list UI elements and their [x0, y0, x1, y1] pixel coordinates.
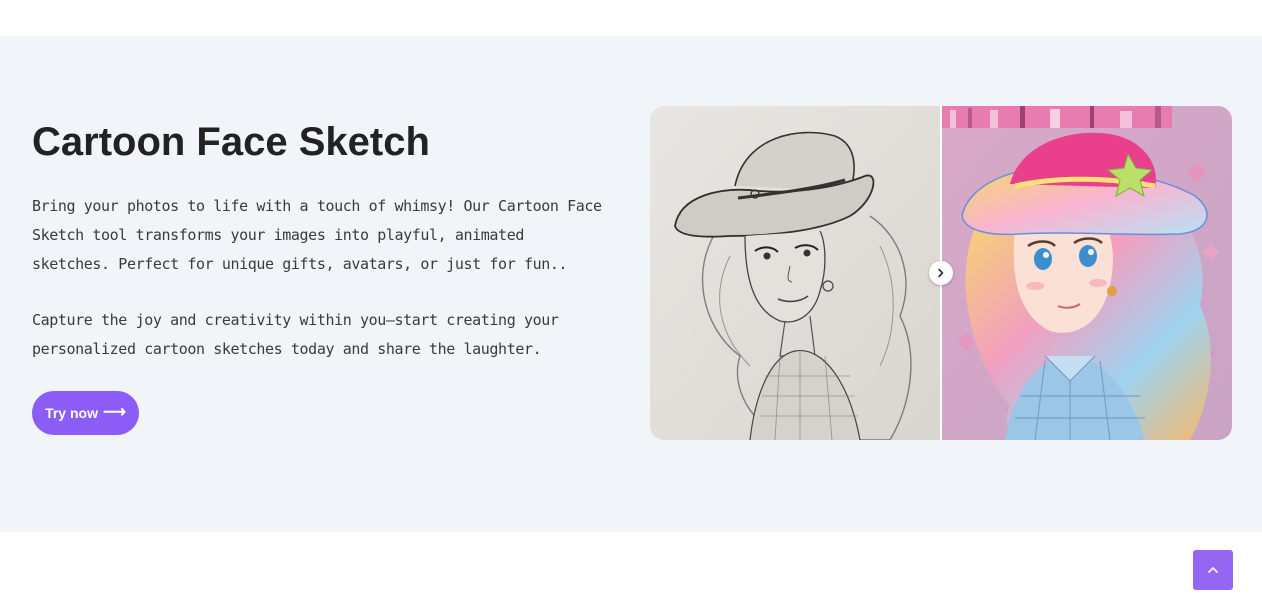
pencil-sketch-image: [650, 106, 941, 440]
page-title: Cartoon Face Sketch: [32, 120, 430, 164]
colorful-anime-image: [942, 106, 1232, 440]
comparison-slider-handle[interactable]: [929, 261, 953, 285]
before-after-comparison[interactable]: [650, 106, 1232, 440]
try-now-label: Try now: [45, 405, 98, 421]
description-paragraph-1: Bring your photos to life with a touch o…: [32, 197, 602, 273]
description-paragraph-2: Capture the joy and creativity within yo…: [32, 311, 559, 358]
arrow-right-icon: ⟶: [102, 404, 126, 421]
page: Cartoon Face Sketch Bring your photos to…: [0, 0, 1262, 606]
try-now-button[interactable]: Try now ⟶: [32, 391, 139, 435]
chevron-up-icon: [1208, 567, 1218, 573]
scroll-to-top-button[interactable]: [1193, 550, 1233, 590]
chevron-right-icon: [938, 268, 944, 278]
